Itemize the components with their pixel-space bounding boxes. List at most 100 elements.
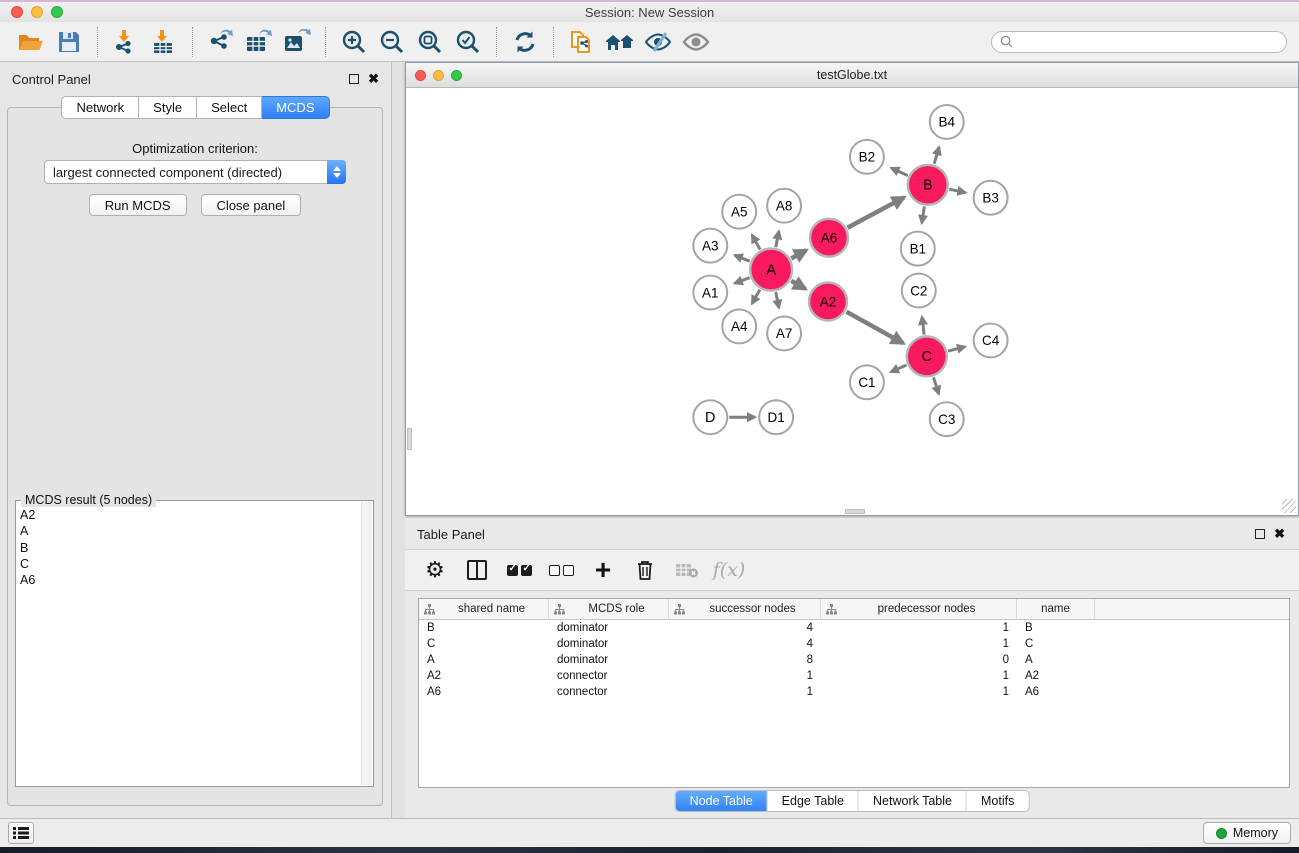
zoom-fit-button[interactable] — [411, 26, 449, 58]
node-label-A4: A4 — [731, 319, 748, 334]
column-header-predecessor-nodes[interactable]: predecessor nodes — [821, 599, 1017, 619]
column-header-successor-nodes[interactable]: successor nodes — [669, 599, 821, 619]
node-label-A8: A8 — [776, 199, 792, 214]
edge-A-A5[interactable] — [752, 235, 760, 250]
global-search[interactable] — [991, 31, 1287, 53]
edge-A2-C[interactable] — [846, 312, 903, 344]
table-row[interactable]: Bdominator41B — [419, 620, 1289, 636]
edge-B-B2[interactable] — [891, 168, 908, 176]
tab-mcds[interactable]: MCDS — [262, 96, 329, 119]
show-columns-button[interactable] — [461, 554, 493, 586]
tab-edge-table[interactable]: Edge Table — [768, 791, 859, 811]
mcds-result-list[interactable]: A2ABCA6 — [20, 507, 360, 785]
edge-B-B4[interactable] — [934, 147, 939, 164]
column-header-MCDS-role[interactable]: MCDS role — [549, 599, 669, 619]
tab-motifs[interactable]: Motifs — [967, 791, 1028, 811]
result-item[interactable]: A2 — [20, 507, 360, 523]
window-resize-grip[interactable] — [1282, 499, 1296, 513]
zoom-out-button[interactable] — [373, 26, 411, 58]
tab-network-table[interactable]: Network Table — [859, 791, 967, 811]
run-mcds-button[interactable]: Run MCDS — [89, 194, 187, 216]
close-table-panel-icon[interactable]: ✖ — [1274, 529, 1285, 539]
control-panel-header: Control Panel ✖ — [12, 70, 379, 88]
tab-style[interactable]: Style — [139, 96, 197, 119]
minimize-network-button[interactable] — [433, 70, 444, 81]
tab-network[interactable]: Network — [61, 96, 139, 119]
table-settings-button[interactable]: ⚙ — [419, 554, 451, 586]
unselect-all-columns-button[interactable] — [545, 554, 577, 586]
control-panel-tabs: NetworkStyleSelectMCDS — [0, 96, 391, 119]
result-item[interactable]: C — [20, 556, 360, 572]
close-window-button[interactable] — [11, 6, 23, 18]
edge-C-C1[interactable] — [891, 365, 907, 372]
float-panel-icon[interactable] — [349, 74, 359, 84]
hide-panel-eye-button[interactable] — [639, 26, 677, 58]
home-view-button[interactable] — [601, 26, 639, 58]
criterion-value: largest connected component (directed) — [45, 165, 327, 180]
export-image-button[interactable] — [278, 26, 316, 58]
memory-button[interactable]: Memory — [1203, 822, 1291, 844]
edge-C-C4[interactable] — [948, 347, 965, 351]
node-label-C3: C3 — [938, 412, 955, 427]
edge-A-A2[interactable] — [791, 281, 805, 289]
zoom-window-button[interactable] — [51, 6, 63, 18]
network-canvas[interactable]: AA1A3A5A8A4A7A6A2BB2B4B3B1CC2C1C4C3DD1 — [407, 89, 1297, 514]
minimize-window-button[interactable] — [31, 6, 43, 18]
tab-node-table[interactable]: Node Table — [676, 791, 768, 811]
tab-select[interactable]: Select — [197, 96, 262, 119]
table-row[interactable]: Cdominator41C — [419, 636, 1289, 652]
table-row[interactable]: A6connector11A6 — [419, 684, 1289, 700]
column-header-shared-name[interactable]: shared name — [419, 599, 549, 619]
canvas-vscroll-hint[interactable] — [407, 428, 412, 450]
zoom-network-button[interactable] — [451, 70, 462, 81]
search-input[interactable] — [1018, 35, 1278, 49]
show-eye-button[interactable] — [677, 26, 715, 58]
create-column-button[interactable]: + — [587, 554, 619, 586]
result-scrollbar[interactable] — [361, 502, 372, 785]
table-row[interactable]: Adominator80A — [419, 652, 1289, 668]
result-item[interactable]: A — [20, 523, 360, 539]
edge-C-C2[interactable] — [922, 317, 924, 335]
refresh-button[interactable] — [506, 26, 544, 58]
edge-B-B3[interactable] — [949, 189, 965, 192]
edge-A-A7[interactable] — [776, 292, 779, 308]
export-network-button[interactable] — [202, 26, 240, 58]
duplicate-network-button[interactable] — [563, 26, 601, 58]
close-panel-icon[interactable]: ✖ — [368, 74, 379, 84]
zoom-in-button[interactable] — [335, 26, 373, 58]
edge-A6-B[interactable] — [847, 197, 904, 227]
node-label-B: B — [923, 178, 933, 194]
table-cell: 1 — [821, 686, 1017, 698]
edge-B-B1[interactable] — [922, 206, 925, 223]
task-history-button[interactable] — [8, 822, 34, 844]
toolbar-separator — [553, 27, 554, 57]
edge-A-A4[interactable] — [752, 290, 760, 304]
edge-A-A6[interactable] — [791, 250, 806, 258]
edge-A-A3[interactable] — [735, 255, 750, 261]
open-session-button[interactable] — [12, 26, 50, 58]
float-table-panel-icon[interactable] — [1255, 529, 1265, 539]
column-header-name[interactable]: name — [1017, 599, 1095, 619]
table-cell: connector — [549, 670, 669, 682]
table-row[interactable]: A2connector11A2 — [419, 668, 1289, 684]
save-session-button[interactable] — [50, 26, 88, 58]
network-graph[interactable]: AA1A3A5A8A4A7A6A2BB2B4B3B1CC2C1C4C3DD1 — [407, 89, 1297, 514]
edge-C-C3[interactable] — [933, 377, 938, 394]
edge-A-A8[interactable] — [776, 231, 779, 247]
select-all-columns-button[interactable] — [503, 554, 535, 586]
export-table-button[interactable] — [240, 26, 278, 58]
table-cell: 4 — [669, 622, 821, 634]
canvas-hscroll-hint[interactable] — [845, 509, 865, 514]
import-network-button[interactable] — [107, 26, 145, 58]
result-item[interactable]: B — [20, 540, 360, 556]
table-panel-title: Table Panel — [417, 527, 485, 542]
close-network-button[interactable] — [415, 70, 426, 81]
close-panel-button[interactable]: Close panel — [201, 194, 302, 216]
result-item[interactable]: A6 — [20, 572, 360, 588]
criterion-dropdown[interactable]: largest connected component (directed) — [44, 160, 346, 184]
delete-column-button[interactable] — [629, 554, 661, 586]
zoom-selected-button[interactable] — [449, 26, 487, 58]
edge-A-A1[interactable] — [735, 278, 750, 284]
import-table-button[interactable] — [145, 26, 183, 58]
node-label-A7: A7 — [776, 326, 792, 341]
